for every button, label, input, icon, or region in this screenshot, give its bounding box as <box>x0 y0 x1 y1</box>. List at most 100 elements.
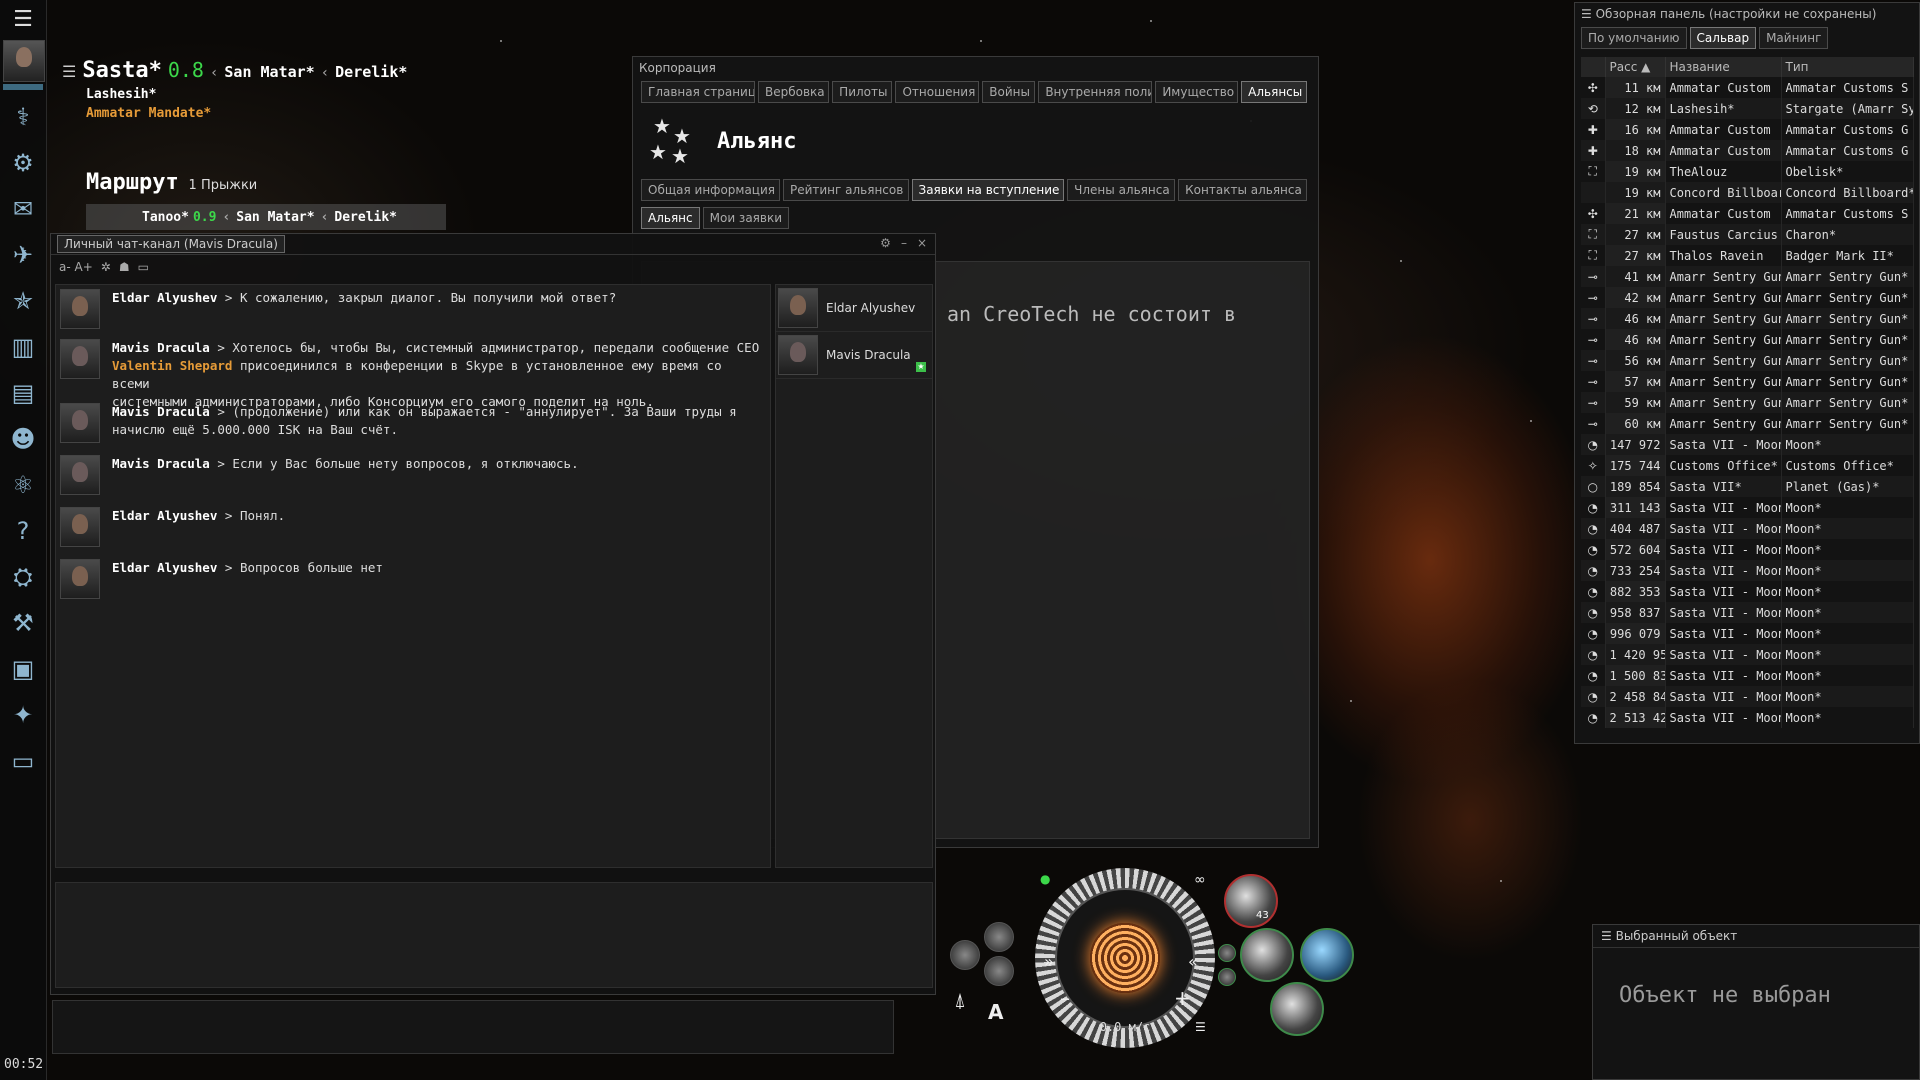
speed-readout[interactable]: 0.0 м/с <box>1080 1020 1170 1034</box>
message-author[interactable]: Eldar Alyushev <box>112 508 217 523</box>
speed-down-icon[interactable]: « <box>1188 952 1198 971</box>
message-author[interactable]: Mavis Dracula <box>112 404 210 419</box>
table-row[interactable]: ⊸ 46 км Amarr Sentry Gun Amarr Sentry Gun* <box>1581 329 1914 350</box>
chat-settings-icon[interactable]: ✲ <box>101 260 111 274</box>
message-author[interactable]: Mavis Dracula <box>112 456 210 471</box>
message-author[interactable]: Eldar Alyushev <box>112 290 217 305</box>
help-icon[interactable]: ? <box>4 512 42 550</box>
tab-applications[interactable]: Заявки на вступление <box>911 179 1065 201</box>
table-row[interactable]: ◔ 882 353 Sasta VII - Moon Moon* <box>1581 581 1914 602</box>
module-slot[interactable] <box>984 956 1014 986</box>
column-type[interactable]: Тип <box>1781 57 1914 77</box>
table-row[interactable]: ◔ 996 079 Sasta VII - Moon Moon* <box>1581 623 1914 644</box>
route-constellation[interactable]: San Matar* <box>236 210 314 225</box>
agents-icon[interactable]: ☻ <box>4 420 42 458</box>
tab-salvage[interactable]: Сальвар <box>1689 27 1757 49</box>
route-next-system[interactable]: Tanoo* <box>142 210 189 225</box>
route-region[interactable]: Derelik* <box>334 210 397 225</box>
message-author[interactable]: Mavis Dracula <box>112 340 210 355</box>
speed-up-icon[interactable]: » <box>1044 952 1054 971</box>
system-name[interactable]: Sasta* <box>82 58 161 83</box>
message-author[interactable]: Eldar Alyushev <box>112 560 217 575</box>
sovereignty-owner[interactable]: Ammatar Mandate* <box>86 106 462 121</box>
decrease-speed-button[interactable]: – <box>1060 986 1070 1010</box>
table-row[interactable]: ◔ 1 420 95 Sasta VII - Moon Moon* <box>1581 644 1914 665</box>
avatar[interactable] <box>60 339 100 379</box>
member-item[interactable]: Mavis Dracula ★ <box>776 332 932 379</box>
fitting-icon[interactable]: ✈ <box>4 236 42 274</box>
module-toggle[interactable] <box>1218 968 1236 986</box>
tab-politics[interactable]: Внутренняя политика <box>1038 81 1153 103</box>
tab-relations[interactable]: Отношения <box>895 81 980 103</box>
tab-alliance-rankings[interactable]: Рейтинг альянсов <box>782 179 909 201</box>
column-icon[interactable] <box>1581 57 1606 77</box>
route-path[interactable]: Tanoo* 0.9 ‹ San Matar* ‹ Derelik* <box>86 204 446 230</box>
column-distance[interactable]: Расс ▲ <box>1605 57 1666 77</box>
inventory-icon[interactable]: ▣ <box>4 650 42 688</box>
afterburner-module-icon[interactable] <box>1300 928 1354 982</box>
member-item[interactable]: Eldar Alyushev <box>776 285 932 332</box>
system-menu-icon[interactable]: ☰ <box>62 62 76 81</box>
avatar[interactable] <box>60 403 100 443</box>
table-row[interactable]: ⊸ 46 км Amarr Sentry Gun Amarr Sentry Gun* <box>1581 308 1914 329</box>
table-row[interactable]: 19 км Concord Billboard Concord Billboard* <box>1581 182 1914 203</box>
table-row[interactable]: ◔ 2 458 84 Sasta VII - Moon Moon* <box>1581 686 1914 707</box>
selected-menu-icon[interactable]: ☰ <box>1601 929 1612 943</box>
tab-alliance[interactable]: Альянс <box>641 207 700 229</box>
tab-recruitment[interactable]: Вербовка <box>758 81 830 103</box>
menu-icon[interactable]: ☰ <box>4 2 42 36</box>
table-row[interactable]: ◔ 311 143 Sasta VII - Moon Moon* <box>1581 497 1914 518</box>
message-highlight[interactable]: Valentin Shepard <box>112 358 232 373</box>
journal-icon[interactable]: ▤ <box>4 374 42 412</box>
table-row[interactable]: ◔ 147 972 Sasta VII - Moon Moon* <box>1581 434 1914 455</box>
close-icon[interactable]: × <box>917 236 927 250</box>
avatar[interactable] <box>60 559 100 599</box>
constellation-name[interactable]: San Matar* <box>224 63 314 81</box>
table-row[interactable]: ✚ 18 км Ammatar Custom Ammatar Customs G <box>1581 140 1914 161</box>
table-row[interactable]: ◔ 958 837 Sasta VII - Moon Moon* <box>1581 602 1914 623</box>
increase-speed-button[interactable]: + <box>1174 986 1191 1010</box>
tab-alliances[interactable]: Альянсы <box>1241 81 1307 103</box>
auto-approach-icon[interactable]: A <box>988 1000 1003 1024</box>
tab-alliance-contacts[interactable]: Контакты альянса <box>1178 179 1307 201</box>
map-icon[interactable]: ✦ <box>4 696 42 734</box>
people-places-icon[interactable]: ⚙ <box>4 144 42 182</box>
weapon-module-icon[interactable] <box>1270 982 1324 1036</box>
tab-default[interactable]: По умолчанию <box>1581 27 1687 49</box>
chat-input[interactable] <box>55 882 933 988</box>
character-portrait[interactable] <box>3 40 45 82</box>
avatar[interactable] <box>60 289 100 329</box>
tab-my-applications[interactable]: Мои заявки <box>702 207 790 229</box>
assets-icon[interactable]: ⚒ <box>4 604 42 642</box>
chat-tab[interactable]: Личный чат-канал (Mavis Dracula) <box>57 235 285 253</box>
table-row[interactable]: ◔ 1 500 83 Sasta VII - Moon Moon* <box>1581 665 1914 686</box>
mail-icon[interactable]: ✉ <box>4 190 42 228</box>
cargo-module-icon[interactable]: 43 <box>1224 874 1278 928</box>
module-slot[interactable] <box>984 922 1014 952</box>
notepad-icon[interactable]: ▭ <box>4 742 42 780</box>
members-icon[interactable]: ☗ <box>119 260 130 274</box>
table-row[interactable]: ◔ 2 513 42 Sasta VII - Moon Moon* <box>1581 707 1914 728</box>
shield-module-icon[interactable] <box>1240 928 1294 982</box>
tab-members[interactable]: Пилоты <box>832 81 893 103</box>
tab-wars[interactable]: Войны <box>982 81 1036 103</box>
module-toggle[interactable] <box>1218 944 1236 962</box>
table-row[interactable]: ◔ 572 604 Sasta VII - Moon Moon* <box>1581 539 1914 560</box>
column-name[interactable]: Название <box>1665 57 1782 77</box>
table-row[interactable]: ⊸ 59 км Amarr Sentry Gun Amarr Sentry Gun* <box>1581 392 1914 413</box>
table-row[interactable]: ◔ 733 254 Sasta VII - Moon Moon* <box>1581 560 1914 581</box>
table-row[interactable]: ✣ 21 км Ammatar Custom Ammatar Customs S <box>1581 203 1914 224</box>
autopilot-icon[interactable]: ⍋ <box>954 988 966 1012</box>
font-size-controls[interactable]: a- A+ <box>59 260 93 274</box>
ships-icon[interactable]: ⛭ <box>4 558 42 596</box>
industry-icon[interactable]: ⚛ <box>4 466 42 504</box>
table-row[interactable]: ○ 189 854 Sasta VII* Planet (Gas)* <box>1581 476 1914 497</box>
tab-mining[interactable]: Майнинг <box>1759 27 1829 49</box>
table-row[interactable]: ⛶ 19 км TheAlouz Obelisk* <box>1581 161 1914 182</box>
tab-alliance-members[interactable]: Члены альянса <box>1067 179 1176 201</box>
module-slot[interactable] <box>950 940 980 970</box>
table-row[interactable]: ⊸ 42 км Amarr Sentry Gun Amarr Sentry Gun* <box>1581 287 1914 308</box>
table-row[interactable]: ⛶ 27 км Thalos Ravein Badger Mark II* <box>1581 245 1914 266</box>
avatar[interactable] <box>60 507 100 547</box>
table-row[interactable]: ⊸ 60 км Amarr Sentry Gun Amarr Sentry Gun* <box>1581 413 1914 434</box>
